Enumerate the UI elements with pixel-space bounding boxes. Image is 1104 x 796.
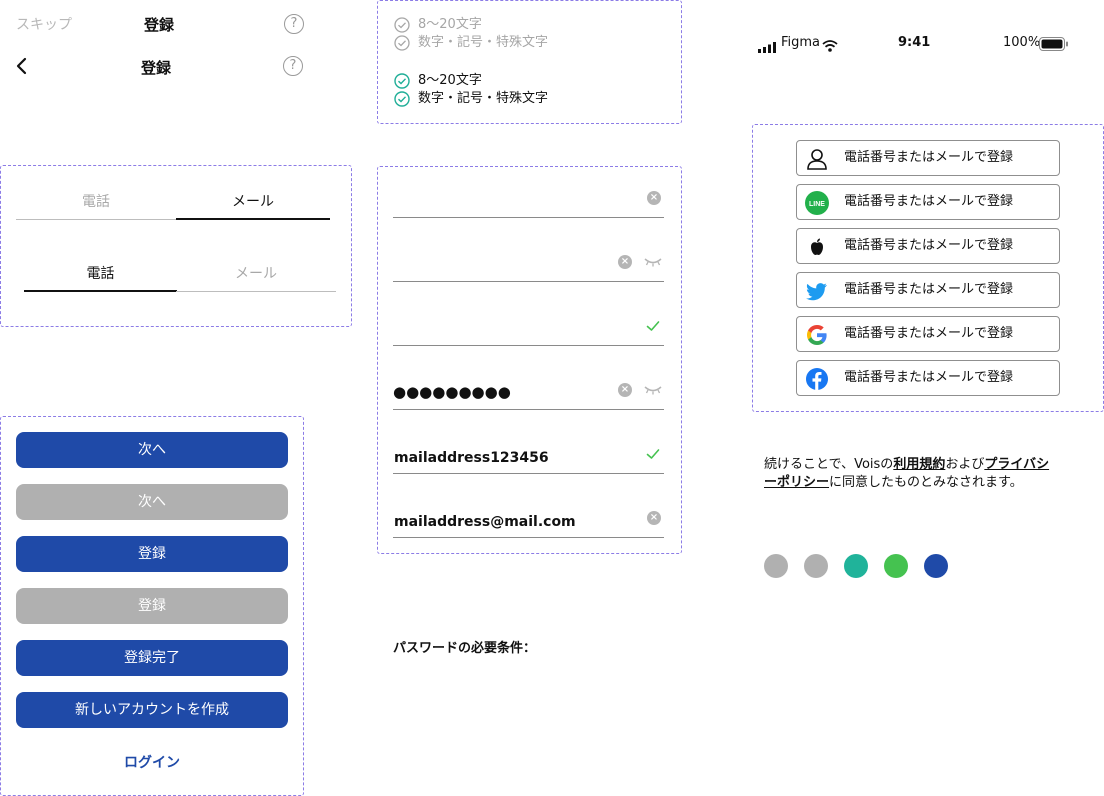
password-requirements-heading: パスワードの必要条件： (393, 641, 537, 656)
terms-of-use-link[interactable]: 利用規約 (893, 457, 945, 472)
color-swatch-gray-2 (804, 554, 828, 578)
email-input[interactable]: mailaddress@mail.com × (393, 492, 664, 538)
valid-empty-field[interactable] (393, 300, 664, 346)
signup-apple-button[interactable]: 電話番号またはメールで登録 (796, 228, 1060, 264)
signup-google-button[interactable]: 電話番号またはメールで登録 (796, 316, 1060, 352)
rule-chars-met: 数字・記号・特殊文字 (394, 90, 548, 108)
help-icon[interactable]: ? (284, 14, 304, 34)
password-input[interactable]: ●●●●●●●●● × (393, 364, 664, 410)
check-icon (646, 449, 660, 459)
check-circle-icon (394, 73, 410, 89)
wifi-icon (822, 37, 838, 52)
eye-closed-icon[interactable] (644, 257, 662, 267)
apple-icon (811, 238, 823, 255)
page-title-register-2: 登録 (141, 59, 172, 77)
color-swatch-green (884, 554, 908, 578)
check-icon (646, 321, 660, 331)
check-circle-icon (394, 35, 410, 51)
signup-facebook-button[interactable]: 電話番号またはメールで登録 (796, 360, 1060, 396)
battery-percent: 100% (1003, 35, 1041, 50)
rule-length-unmet: 8〜20文字 (394, 16, 482, 34)
tab-mail[interactable]: メール (176, 192, 330, 220)
check-circle-icon (394, 17, 410, 33)
empty-password-field[interactable]: × (393, 236, 664, 282)
email-value: mailaddress@mail.com (394, 514, 576, 530)
tab-mail-unselected[interactable]: メール (176, 264, 336, 292)
rule-chars-unmet: 数字・記号・特殊文字 (394, 34, 548, 52)
signal-icon (758, 38, 776, 53)
clear-icon[interactable]: × (618, 255, 632, 269)
line-icon: LINE (805, 191, 829, 215)
color-swatch-teal (844, 554, 868, 578)
create-account-button[interactable]: 新しいアカウントを作成 (16, 692, 288, 728)
color-swatch-gray (764, 554, 788, 578)
register-button-disabled[interactable]: 登録 (16, 588, 288, 624)
facebook-icon (806, 368, 828, 390)
eye-closed-icon[interactable] (644, 385, 662, 395)
help-icon[interactable]: ? (283, 56, 303, 76)
svg-text:LINE: LINE (809, 201, 825, 208)
rule-length-met: 8〜20文字 (394, 72, 482, 90)
terms-notice: 続けることで、Voisの利用規約およびプライバシーポリシーに同意したものとみなさ… (764, 457, 1050, 490)
signup-line-button[interactable]: LINE 電話番号またはメールで登録 (796, 184, 1060, 220)
register-complete-button[interactable]: 登録完了 (16, 640, 288, 676)
skip-link[interactable]: スキップ (16, 14, 72, 34)
clear-icon[interactable]: × (618, 383, 632, 397)
twitter-icon (806, 283, 827, 301)
next-button[interactable]: 次へ (16, 432, 288, 468)
person-icon (807, 149, 827, 170)
next-button-disabled[interactable]: 次へ (16, 484, 288, 520)
password-value: ●●●●●●●●● (393, 383, 511, 401)
login-link[interactable]: ログイン (124, 752, 180, 772)
google-icon (807, 325, 827, 345)
register-button[interactable]: 登録 (16, 536, 288, 572)
clear-icon[interactable]: × (647, 511, 661, 525)
username-input[interactable]: mailaddress123456 (393, 428, 664, 474)
status-time: 9:41 (898, 35, 931, 50)
signup-phone-email-button[interactable]: 電話番号またはメールで登録 (796, 140, 1060, 176)
tab-phone[interactable]: 電話 (16, 192, 176, 220)
empty-input-field[interactable]: × (393, 172, 664, 218)
check-circle-icon (394, 91, 410, 107)
clear-icon[interactable]: × (647, 191, 661, 205)
color-swatch-blue (924, 554, 948, 578)
username-value: mailaddress123456 (394, 450, 549, 466)
signup-twitter-button[interactable]: 電話番号またはメールで登録 (796, 272, 1060, 308)
page-title-register: 登録 (144, 16, 175, 34)
back-arrow-icon[interactable] (14, 56, 30, 76)
tab-phone-selected[interactable]: 電話 (24, 264, 177, 292)
tabs-panel (0, 165, 352, 327)
battery-icon (1039, 36, 1069, 51)
carrier-label: Figma (781, 35, 821, 50)
